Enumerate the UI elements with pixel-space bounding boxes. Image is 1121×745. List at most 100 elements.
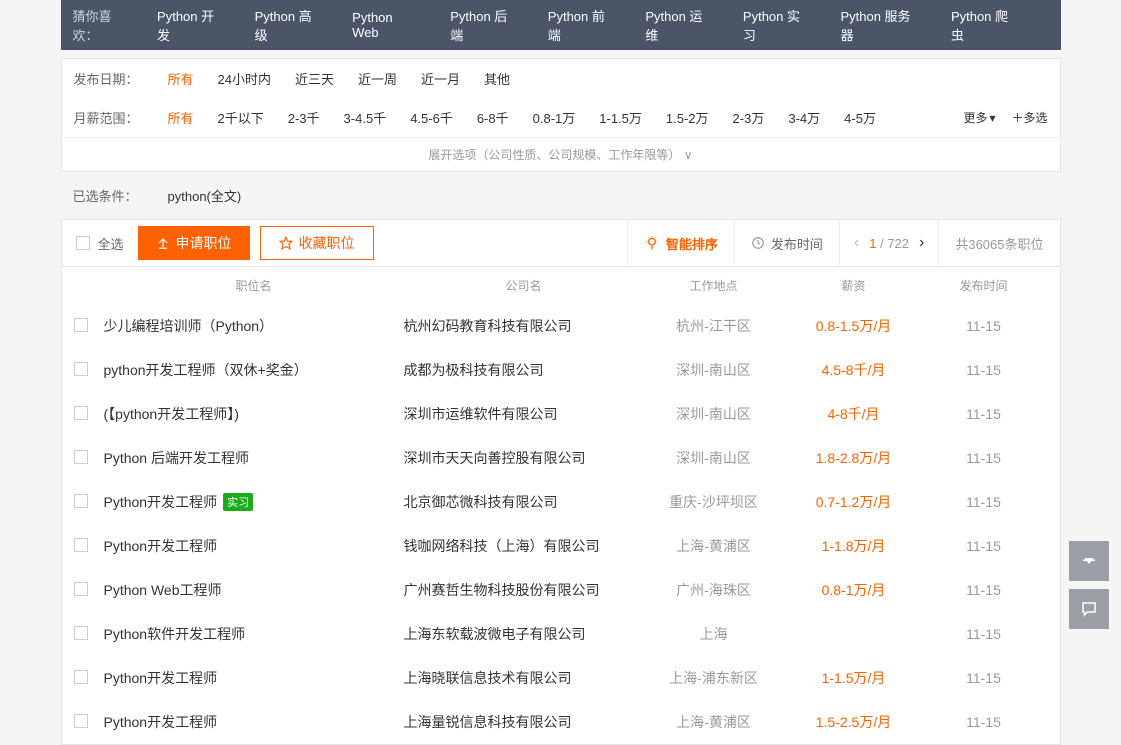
header-location: 工作地点 [644,277,784,294]
job-company-link[interactable]: 钱咖网络科技（上海）有限公司 [404,536,644,556]
job-company-link[interactable]: 北京御芯微科技有限公司 [404,492,644,512]
sort-publish-label: 发布时间 [771,234,823,253]
job-title-link[interactable]: Python软件开发工程师 [104,624,404,644]
job-company-link[interactable]: 上海东软载波微电子有限公司 [404,624,644,644]
job-company-link[interactable]: 杭州幻码教育科技有限公司 [404,316,644,336]
favorite-button[interactable]: 收藏职位 [260,226,374,260]
sort-publish-time[interactable]: 发布时间 [734,220,839,266]
job-title-link[interactable]: Python 后端开发工程师 [104,448,404,468]
job-checkbox[interactable] [74,450,88,464]
tag-item[interactable]: Python 开发 [157,6,227,44]
action-bar: 全选 申请职位 收藏职位 智能排序 [61,219,1061,267]
feedback-button[interactable] [1069,589,1109,629]
tag-item[interactable]: Python 运维 [645,6,715,44]
filter-date-option[interactable]: 所有 [168,69,194,88]
filter-salary-option[interactable]: 3-4.5千 [344,108,387,127]
select-all-checkbox[interactable] [76,236,90,250]
job-checkbox[interactable] [74,582,88,596]
job-date: 11-15 [924,494,1044,510]
job-checkbox[interactable] [74,538,88,552]
filter-multi-button[interactable]: ＋多选 [1011,109,1047,126]
job-company-link[interactable]: 深圳市天天向善控股有限公司 [404,448,644,468]
pager-prev[interactable]: ‹ [854,234,859,252]
pager-current: 1 [869,236,876,251]
filter-salary-option[interactable]: 0.8-1万 [533,108,576,127]
job-salary: 4-8千/月 [784,404,924,424]
pager-text: 1 / 722 [869,236,909,251]
job-location: 深圳-南山区 [644,448,784,468]
filter-date-option[interactable]: 近三天 [295,69,334,88]
filter-salary-option[interactable]: 1.5-2万 [666,108,709,127]
filter-salary-option[interactable]: 2-3万 [733,108,765,127]
select-all-group: 全选 [62,234,138,253]
filter-date-option[interactable]: 24小时内 [218,69,271,88]
filter-salary-option[interactable]: 4.5-6千 [410,108,453,127]
recommend-tag-bar: 猜你喜欢： Python 开发 Python 高级 Python Web Pyt… [61,0,1061,50]
job-checkbox[interactable] [74,318,88,332]
filter-more-button[interactable]: 更多 ▾ [963,109,995,126]
selected-label: 已选条件： [73,186,138,205]
job-company-link[interactable]: 深圳市运维软件有限公司 [404,404,644,424]
filter-salary-option[interactable]: 1-1.5万 [599,108,642,127]
job-date: 11-15 [924,714,1044,730]
upload-icon [156,236,170,250]
filter-salary-label: 月薪范围： [74,108,144,127]
filter-panel: 发布日期： 所有 24小时内 近三天 近一周 近一月 其他 月薪范围： 所有 2… [61,58,1061,172]
table-row: Python软件开发工程师上海东软载波微电子有限公司上海11-15 [61,612,1061,656]
job-title-link[interactable]: python开发工程师（双休+奖金） [104,360,404,380]
filter-salary-option[interactable]: 4-5万 [844,108,876,127]
clock-icon [751,236,765,250]
job-company-link[interactable]: 广州赛哲生物科技股份有限公司 [404,580,644,600]
tag-item[interactable]: Python 后端 [450,6,520,44]
back-to-top-button[interactable] [1069,541,1109,581]
job-checkbox[interactable] [74,406,88,420]
job-salary: 1-1.8万/月 [784,536,924,556]
job-company-link[interactable]: 上海晓联信息技术有限公司 [404,668,644,688]
chat-icon [1080,600,1098,618]
job-location: 广州-海珠区 [644,580,784,600]
job-checkbox[interactable] [74,362,88,376]
job-company-link[interactable]: 成都为极科技有限公司 [404,360,644,380]
job-checkbox[interactable] [74,494,88,508]
pager-next[interactable]: › [919,234,924,252]
tag-item[interactable]: Python 服务器 [840,6,922,44]
filter-salary-option[interactable]: 2千以下 [218,108,264,127]
tag-item[interactable]: Python 前端 [548,6,618,44]
sort-smart[interactable]: 智能排序 [627,220,734,266]
job-title-link[interactable]: Python Web工程师 [104,580,404,600]
job-location: 重庆-沙坪坝区 [644,492,784,512]
tag-item[interactable]: Python 实习 [743,6,813,44]
job-list: 少儿编程培训师（Python）杭州幻码教育科技有限公司杭州-江干区0.8-1.5… [61,304,1061,745]
expand-filters-toggle[interactable]: 展开选项（公司性质、公司规模、工作年限等） ∨ [62,137,1060,171]
apply-button[interactable]: 申请职位 [138,226,250,260]
table-row: (【python开发工程师】)深圳市运维软件有限公司深圳-南山区4-8千/月11… [61,392,1061,436]
job-company-link[interactable]: 上海量锐信息科技有限公司 [404,712,644,732]
job-location: 杭州-江干区 [644,316,784,336]
float-buttons [1069,541,1109,629]
filter-row-date: 发布日期： 所有 24小时内 近三天 近一周 近一月 其他 [62,59,1060,98]
table-row: Python开发工程师实习北京御芯微科技有限公司重庆-沙坪坝区0.7-1.2万/… [61,480,1061,524]
filter-salary-option[interactable]: 3-4万 [788,108,820,127]
tag-item[interactable]: Python 高级 [255,6,325,44]
job-title-link[interactable]: Python开发工程师 [104,536,404,556]
filter-date-option[interactable]: 近一周 [358,69,397,88]
job-title-link[interactable]: Python开发工程师 [104,668,404,688]
sort-group: 智能排序 发布时间 ‹ 1 / 722 › 共36065条职位 [627,220,1060,266]
filter-salary-option[interactable]: 6-8千 [477,108,509,127]
tag-item[interactable]: Python Web [352,10,422,40]
job-date: 11-15 [924,450,1044,466]
job-title-link[interactable]: (【python开发工程师】) [104,404,404,424]
job-title-link[interactable]: 少儿编程培训师（Python） [104,316,404,336]
job-checkbox[interactable] [74,670,88,684]
tag-item[interactable]: Python 爬虫 [951,6,1021,44]
filter-salary-option[interactable]: 所有 [168,108,194,127]
filter-salary-option[interactable]: 2-3千 [288,108,320,127]
filter-date-option[interactable]: 其他 [484,69,510,88]
job-title-link[interactable]: Python开发工程师 [104,712,404,732]
job-salary: 1.8-2.8万/月 [784,448,924,468]
job-title-link[interactable]: Python开发工程师实习 [104,492,404,512]
job-salary: 0.8-1万/月 [784,580,924,600]
job-checkbox[interactable] [74,626,88,640]
job-checkbox[interactable] [74,714,88,728]
filter-date-option[interactable]: 近一月 [421,69,460,88]
